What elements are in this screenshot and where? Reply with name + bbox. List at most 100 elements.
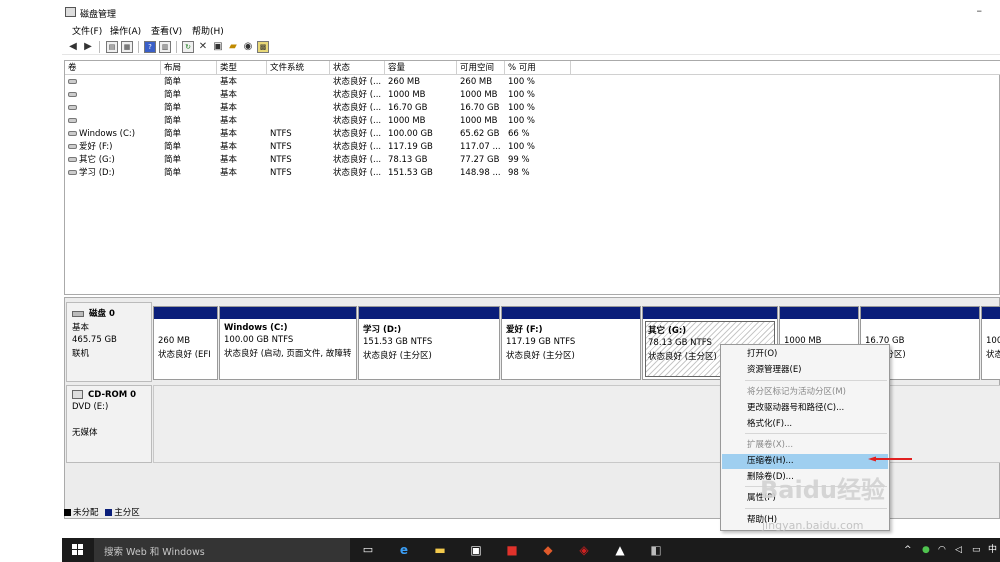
partition-block[interactable]: 1000 状态良 [981,306,1000,380]
partition-status: 状态良好 (主分区) [363,351,432,361]
context-menu-item[interactable]: 将分区标记为活动分区(M) [722,385,888,400]
baidu-watermark-url: jingyan.baidu.com [762,519,864,532]
volume-row[interactable]: 其它 (G:) 简单 基本 NTFS 状态良好 (... 78.13 GB 77.27 GB… [65,154,1000,167]
volume-row[interactable]: Windows (C:) 简单 基本 NTFS 状态良好 (... 100.00 GB 65… [65,128,1000,141]
volume-free-cell: 117.07 ... [460,142,501,152]
partition-name [865,323,977,334]
volume-status-cell: 状态良好 (... [333,103,382,113]
volume-type-cell: 基本 [220,168,238,178]
store-icon[interactable]: ▣ [468,542,484,558]
volume-row[interactable]: 简单 基本 状态良好 (... 260 MB 260 MB 100 % [65,76,1000,89]
context-menu-item[interactable]: 资源管理器(E) [722,363,888,378]
partition-block[interactable]: 爱好 (F:) 117.19 GB NTFS 状态良好 (主分区) [501,306,641,380]
col-filesystem[interactable]: 文件系统 [267,61,330,75]
volume-list-header: 卷 布局 类型 文件系统 状态 容量 可用空间 % 可用 [65,61,1000,75]
context-menu-item[interactable]: 格式化(F)... [722,417,888,432]
volume-free-cell: 1000 MB [460,90,498,100]
disk-0-name: 磁盘 0 [89,309,115,319]
col-free-space[interactable]: 可用空间 [457,61,505,75]
windows-start-icon[interactable] [72,544,84,556]
console-tree-icon[interactable]: ▤ [106,41,118,53]
app-orange-icon[interactable]: ◆ [540,542,556,558]
tray-ime-indicator[interactable]: 中 [988,544,997,556]
volume-free-cell: 77.27 GB [460,155,500,165]
open-folder-icon[interactable]: ▰ [227,41,239,53]
volume-name-cell: 学习 (D:) [65,167,115,180]
back-icon[interactable]: ◀ [67,41,79,53]
file-explorer-icon[interactable]: ▬ [432,542,448,558]
drive-icon [68,79,77,84]
menu-view[interactable]: 查看(V) [151,24,182,37]
volume-type-cell: 基本 [220,103,238,113]
volume-layout-cell: 简单 [164,116,182,126]
export-icon[interactable]: ▩ [257,41,269,53]
partition-block[interactable]: Windows (C:) 100.00 GB NTFS 状态良好 (启动, 页面文件… [219,306,357,380]
menu-file[interactable]: 文件(F) [72,24,102,37]
photos-icon[interactable]: ▲ [612,542,628,558]
col-type[interactable]: 类型 [217,61,267,75]
col-percent-free[interactable]: % 可用 [505,61,571,75]
context-menu-item[interactable]: 更改驱动器号和路径(C)... [722,401,888,416]
context-menu-item[interactable]: 打开(O) [722,347,888,362]
menu-action[interactable]: 操作(A) [110,24,141,37]
app-red-icon[interactable]: ■ [504,542,520,558]
partition-info: 学习 (D:) 151.53 GB NTFS 状态良好 (主分区) [363,323,497,361]
menu-help[interactable]: 帮助(H) [192,24,224,37]
volume-status-cell: 状态良好 (... [333,90,382,100]
baidu-watermark: Baidu经验 [760,476,885,504]
partition-name [158,323,215,334]
drive-icon [68,144,77,149]
volume-pct-cell: 100 % [508,103,536,113]
volume-layout-cell: 简单 [164,129,182,139]
cdrom-0-label[interactable]: CD-ROM 0 DVD (E:) 无媒体 [66,385,152,463]
partition-type-bar [780,307,858,319]
partition-size: 151.53 GB NTFS [363,337,433,347]
col-capacity[interactable]: 容量 [385,61,457,75]
edge-icon[interactable]: e [396,542,412,558]
help-icon[interactable]: ? [144,41,156,53]
volume-capacity-cell: 1000 MB [388,90,426,100]
primary-swatch [105,509,113,516]
disk-management-icon[interactable]: ◧ [648,542,664,558]
minimize-button[interactable]: – [977,4,983,17]
partition-block[interactable]: 学习 (D:) 151.53 GB NTFS 状态良好 (主分区) [358,306,500,380]
help-topic-icon[interactable]: ▥ [159,41,171,53]
drive-icon [68,157,77,162]
partition-status: 状态良好 (主分区) [506,351,575,361]
volume-pct-cell: 100 % [508,90,536,100]
col-volume[interactable]: 卷 [65,61,161,75]
mcafee-icon[interactable]: ◈ [576,542,592,558]
col-layout[interactable]: 布局 [161,61,217,75]
tray-battery-icon[interactable]: ▭ [972,544,981,556]
partition-name: Windows (C:) [224,323,288,333]
taskbar-search-box[interactable]: 搜索 Web 和 Windows [94,538,350,562]
disk-0-label[interactable]: 磁盘 0 基本 465.75 GB 联机 [66,302,152,382]
volume-capacity-cell: 100.00 GB [388,129,433,139]
delete-icon[interactable]: ✕ [197,41,209,53]
tray-wifi-icon[interactable]: ◠ [938,544,946,556]
volume-pct-cell: 66 % [508,129,530,139]
settings-icon[interactable]: ▣ [212,41,224,53]
partition-info: 1000 状态良 [986,323,1000,360]
volume-row[interactable]: 爱好 (F:) 简单 基本 NTFS 状态良好 (... 117.19 GB 117.07 … [65,141,1000,154]
taskbar: 搜索 Web 和 Windows ▭ e ▬ ▣ ■ ◆ ◈ ▲ ◧ ^ ● ◠… [62,538,1000,562]
volume-row[interactable]: 简单 基本 状态良好 (... 1000 MB 1000 MB 100 % [65,115,1000,128]
tray-volume-icon[interactable]: ◁ [955,544,962,556]
volume-row[interactable]: 简单 基本 状态良好 (... 16.70 GB 16.70 GB 100 % [65,102,1000,115]
volume-name-cell [65,115,79,128]
properties-icon[interactable]: ▦ [121,41,133,53]
forward-icon[interactable]: ▶ [82,41,94,53]
volume-row[interactable]: 简单 基本 状态良好 (... 1000 MB 1000 MB 100 % [65,89,1000,102]
tray-overflow-icon[interactable]: ^ [904,544,912,556]
context-menu-item[interactable]: 压缩卷(H)... [722,454,888,469]
tray-network-status-icon[interactable]: ● [922,544,930,556]
partition-block[interactable]: 260 MB 状态良好 (EFI [153,306,218,380]
col-status[interactable]: 状态 [330,61,385,75]
context-menu-item[interactable]: 扩展卷(X)... [722,438,888,453]
volume-row[interactable]: 学习 (D:) 简单 基本 NTFS 状态良好 (... 151.53 GB 148.98 … [65,167,1000,180]
refresh-icon[interactable]: ↻ [182,41,194,53]
disk-0-size: 465.75 GB [72,335,117,345]
task-view-icon[interactable]: ▭ [360,542,376,558]
volume-free-cell: 65.62 GB [460,129,500,139]
search-icon[interactable]: ◉ [242,41,254,53]
